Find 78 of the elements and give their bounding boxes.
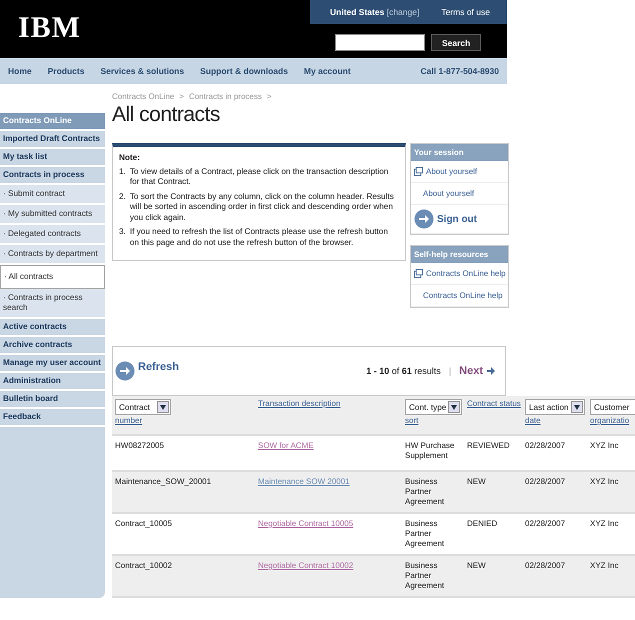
table-cell-text: 02/28/2007 — [524, 476, 566, 488]
nav-link[interactable]: My account — [304, 66, 351, 76]
column-header-link[interactable]: organizatio — [590, 416, 635, 425]
nav-link[interactable]: Home — [8, 66, 32, 76]
table-cell-text: Business Partner Agreement — [404, 476, 446, 508]
breadcrumb-separator: > — [179, 92, 184, 101]
note-number: 1. — [119, 166, 126, 178]
table-cell-text: XYZ Inc — [589, 560, 620, 572]
page-title: All contracts — [112, 103, 221, 127]
nav-link[interactable]: Services & solutions — [100, 66, 184, 76]
sidebar-item[interactable]: · Delegated contracts — [0, 225, 105, 245]
refresh-link[interactable]: Refresh — [115, 361, 179, 381]
sidebar-item[interactable]: Administration — [0, 373, 105, 391]
table-cell-text: HW08272005 — [114, 440, 165, 452]
sidebar-item[interactable]: Manage my user account — [0, 355, 105, 373]
table-cell-text: Business Partner Agreement — [404, 518, 446, 550]
column-header-link[interactable]: sort — [405, 416, 461, 425]
sort-dropdown[interactable]: Cont. type — [405, 399, 462, 415]
note-number: 3. — [119, 227, 126, 238]
sidebar-item[interactable]: Imported Draft Contracts — [0, 131, 105, 149]
table-cell-text: XYZ Inc — [589, 476, 620, 488]
table-cell-text: 02/28/2007 — [524, 560, 566, 572]
sidebar-item[interactable]: · Contracts by department — [0, 245, 105, 265]
results-count: 1 - 10 of 61 results — [366, 366, 441, 376]
sidebar-item[interactable]: · My submitted contracts — [0, 205, 105, 225]
table-cell-text: NEW — [466, 560, 487, 572]
column-header-link[interactable]: Contract status — [467, 399, 519, 408]
sort-dropdown[interactable]: Contract — [115, 399, 171, 415]
note-text: To view details of a Contract, please click on the transaction description for that Contract. — [130, 166, 390, 188]
table-cell-text: HW Purchase Supplement — [404, 440, 456, 462]
note-title: Note: — [119, 153, 141, 164]
sign-out-link[interactable]: Sign out — [411, 205, 508, 234]
sort-dropdown[interactable]: Customer — [590, 399, 635, 415]
contract-link[interactable]: SOW for ACME — [258, 441, 314, 450]
note-number: 2. — [119, 192, 126, 202]
separator: | — [448, 366, 452, 376]
column-header-link[interactable]: number — [115, 416, 252, 425]
help-link[interactable]: Contracts OnLine help — [411, 285, 508, 307]
next-link[interactable]: Next — [459, 365, 495, 377]
table-cell-text: XYZ Inc — [589, 440, 620, 452]
sidebar-item[interactable]: Feedback — [0, 409, 105, 427]
table-cell-text: Contract_10002 — [114, 560, 173, 572]
sidebar-item[interactable]: · Submit contract — [0, 185, 105, 205]
note-text: If you need to refresh the list of Contracts please use the refresh button on this page and do not use the refresh button of the browser. — [130, 227, 389, 248]
phone-number: Call 1-877-504-8930 — [420, 66, 499, 76]
sidebar-item[interactable]: · Contracts in process search — [0, 289, 105, 319]
sidebar-item[interactable]: · All contracts — [0, 265, 105, 289]
logo: IBM — [18, 12, 81, 44]
table-cell-text: 02/28/2007 — [524, 440, 566, 452]
nav-link[interactable]: Support & downloads — [200, 66, 288, 76]
table-cell-text: Business Partner Agreement — [404, 560, 446, 592]
contract-link[interactable]: Negotiable Contract 10002 — [258, 561, 354, 570]
terms-link[interactable]: Terms of use — [441, 7, 490, 17]
table-cell-text: NEW — [466, 476, 487, 488]
help-link[interactable]: About yourself — [411, 183, 508, 205]
note-text: To sort the Contracts by any column, click on the column header. Results will be sorted in ascending order in first click and descending order when you click again. — [130, 192, 395, 223]
table-cell-text: XYZ Inc — [589, 518, 620, 530]
help-link[interactable]: About yourself — [411, 161, 508, 183]
sidebar-item[interactable]: Bulletin board — [0, 391, 105, 409]
nav-link[interactable]: Products — [48, 66, 84, 76]
sidebar-item[interactable]: Archive contracts — [0, 337, 105, 355]
sidebar-item[interactable]: My task list — [0, 149, 105, 167]
panel-header: Your session — [411, 144, 508, 161]
table-cell-text: REVIEWED — [466, 440, 511, 452]
contract-link[interactable]: Negotiable Contract 10005 — [258, 519, 354, 528]
table-cell-text: Contract_10005 — [114, 518, 173, 530]
table-cell-text: DENIED — [466, 518, 498, 530]
search-button[interactable]: Search — [431, 34, 482, 51]
country-selector[interactable]: United States [change] — [330, 7, 420, 17]
column-header-link[interactable]: Transaction description — [258, 399, 399, 408]
sidebar-item[interactable]: Active contracts — [0, 319, 105, 337]
table-cell-text: Maintenance_SOW_20001 — [114, 476, 212, 488]
column-header-link[interactable]: date — [525, 416, 584, 425]
sort-dropdown[interactable]: Last action — [525, 399, 585, 415]
breadcrumb-separator: > — [266, 92, 272, 101]
table-cell-text: 02/28/2007 — [524, 518, 566, 530]
panel-header: Self-help resources — [411, 246, 508, 263]
help-link[interactable]: Contracts OnLine help — [411, 263, 508, 285]
